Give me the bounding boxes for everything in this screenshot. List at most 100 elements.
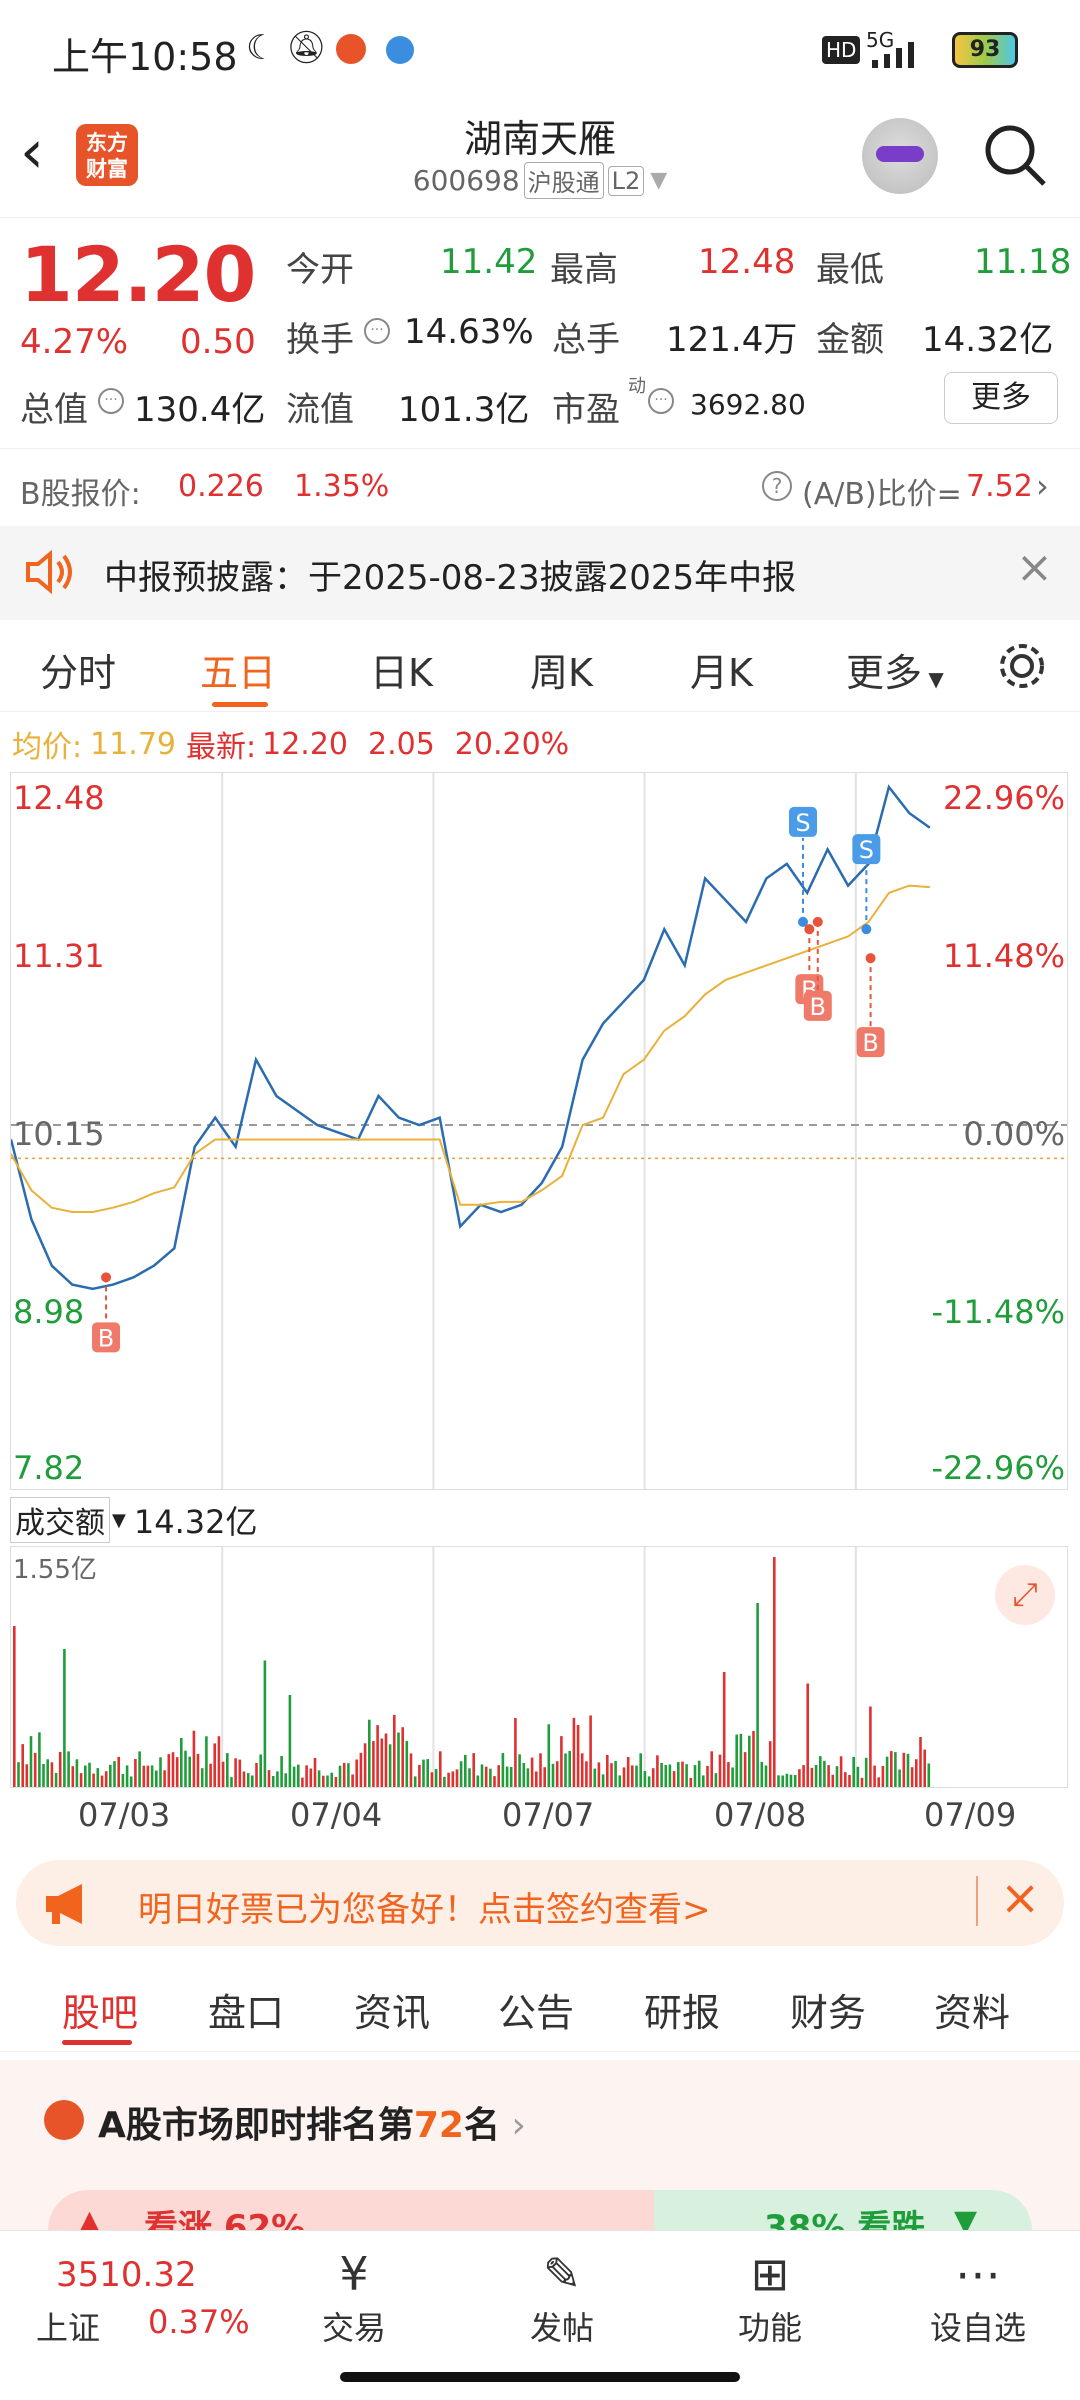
tab-finance[interactable]: 财务: [790, 1982, 866, 2037]
tab-guba[interactable]: 股吧: [62, 1982, 138, 2037]
tab-announcements[interactable]: 公告: [498, 1982, 574, 2037]
bottom-nav: 3510.32 上证 0.37% ¥ 交易 ✎ 发帖 ⊞ 功能 ⋯ 设自选: [0, 2230, 1080, 2360]
robot-assistant-icon[interactable]: [862, 118, 938, 194]
bullish-bar[interactable]: ▲ 看涨 62%: [48, 2190, 654, 2230]
tab-intraday[interactable]: 分时: [40, 642, 116, 697]
volume-bar: [217, 1736, 221, 1787]
volume-bar: [255, 1763, 258, 1787]
divider: [976, 1876, 978, 1926]
dropdown-icon: ▼: [922, 667, 944, 691]
price-point: [929, 827, 931, 829]
rank-section[interactable]: A股市场即时排名第72名 › ▲ 看涨 62% 38% 看跌 ▼: [0, 2060, 1080, 2230]
volume-bar: [376, 1725, 379, 1787]
battery-level: 93: [969, 37, 1001, 62]
ab-ratio-value: 7.52: [966, 469, 1033, 504]
tab-more[interactable]: 更多 ▼: [846, 642, 944, 697]
promo-text: 明日好票已为您备好！点击签约查看>: [138, 1890, 711, 1930]
volume-bar: [167, 1754, 171, 1787]
promo-banner[interactable]: 明日好票已为您备好！点击签约查看> ×: [16, 1860, 1064, 1946]
nav-functions[interactable]: ⊞ 功能: [700, 2245, 840, 2349]
price-point: [847, 885, 849, 887]
chevron-right-icon: ›: [1036, 467, 1049, 505]
more-button[interactable]: 更多: [944, 372, 1058, 424]
settings-gear-icon[interactable]: [996, 640, 1048, 696]
avg-price-point: [480, 1204, 482, 1206]
tab-weekly-k[interactable]: 周K: [530, 642, 593, 697]
volume-max-label: 1.55亿: [13, 1555, 97, 1585]
price-point: [500, 1211, 502, 1213]
volume-bar: [434, 1769, 438, 1787]
volume-bar: [722, 1672, 726, 1787]
volume-bar: [155, 1770, 158, 1787]
yen-circle-icon: ¥: [339, 2247, 369, 2301]
volume-bar: [42, 1764, 45, 1787]
tab-monthly-k[interactable]: 月K: [690, 642, 753, 697]
expand-icon[interactable]: ⤢: [995, 1565, 1055, 1625]
latest-value: 12.20: [262, 726, 348, 762]
volume-bar: [606, 1755, 609, 1787]
volume-bar: [246, 1773, 250, 1787]
price-chart[interactable]: BSBBSB 12.48 11.31 10.15 8.98 7.82 22.96…: [10, 772, 1068, 1490]
info-icon[interactable]: ···: [364, 318, 390, 344]
volume-bar: [347, 1763, 350, 1787]
price-point: [398, 1117, 400, 1119]
volume-bar: [109, 1764, 112, 1787]
marker-label: S: [859, 836, 874, 864]
volume-bar: [810, 1767, 814, 1787]
avg-price-point: [908, 885, 910, 887]
price-point: [235, 1146, 237, 1148]
status-bar: 上午10:58 ☾ 🔕︎ HD 5G 93: [0, 0, 1080, 100]
search-icon[interactable]: [982, 122, 1048, 192]
tab-news[interactable]: 资讯: [354, 1982, 430, 2037]
nav-watchlist[interactable]: ⋯ 设自选: [908, 2245, 1048, 2349]
app-notify-icon: [336, 34, 366, 64]
tab-daily-k[interactable]: 日K: [370, 642, 433, 697]
bearish-bar[interactable]: 38% 看跌 ▼: [654, 2190, 1032, 2230]
volume-bar: [342, 1762, 346, 1787]
volume-bar: [292, 1766, 296, 1787]
volume-value: 14.32亿: [133, 1503, 258, 1541]
avg-price-point: [582, 1124, 584, 1126]
volume-bar: [288, 1695, 292, 1787]
info-icon[interactable]: ···: [98, 388, 124, 414]
volume-bar: [555, 1761, 559, 1787]
y-tick-right: -22.96%: [931, 1449, 1065, 1487]
tab-profile[interactable]: 资料: [934, 1982, 1010, 2037]
stock-header: ‹ 东方财富 湖南天雁 600698 沪股通 L2 ▼: [0, 100, 1080, 218]
help-icon[interactable]: ?: [762, 471, 792, 501]
volume-bar: [493, 1776, 496, 1787]
volume-label[interactable]: 成交额: [10, 1497, 110, 1543]
volume-bar: [739, 1733, 743, 1787]
close-icon[interactable]: ×: [1016, 542, 1053, 593]
volume-bar: [67, 1751, 70, 1787]
tab-pankou[interactable]: 盘口: [208, 1982, 284, 2037]
index-value[interactable]: 3510.32: [56, 2255, 197, 2295]
volume-bar: [618, 1775, 622, 1787]
tab-five-day[interactable]: 五日: [200, 642, 276, 697]
nav-post[interactable]: ✎ 发帖: [492, 2245, 632, 2349]
nav-trade[interactable]: ¥ 交易: [284, 2245, 424, 2349]
low-value: 11.18: [974, 242, 1072, 282]
b-share-row[interactable]: B股报价: 0.226 1.35% ? (A/B)比价= 7.52 ›: [0, 448, 1080, 526]
down-arrow-icon: ▼: [954, 2204, 978, 2230]
price-point: [806, 892, 808, 894]
volume-bar: [330, 1772, 333, 1787]
info-icon[interactable]: ···: [648, 388, 674, 414]
volume-bar: [163, 1770, 166, 1787]
notice-bar[interactable]: 中报预披露：于2025-08-23披露2025年中报 ×: [0, 526, 1080, 620]
tab-research[interactable]: 研报: [644, 1982, 720, 2037]
volume-bar: [46, 1759, 49, 1787]
rank-title: A股市场即时排名第72名 ›: [98, 2105, 526, 2146]
close-icon[interactable]: ×: [1000, 1870, 1040, 1926]
volume-bar: [96, 1768, 100, 1787]
volume-bar: [480, 1764, 484, 1787]
volume-bar: [50, 1762, 54, 1787]
volume-bar: [539, 1753, 542, 1787]
volume-bar: [923, 1749, 926, 1787]
price-point: [786, 863, 788, 865]
volume-bar: [251, 1775, 254, 1787]
volume-bar: [522, 1763, 526, 1787]
pe-sup: 动: [628, 376, 646, 397]
volume-header[interactable]: 成交额 ▼ 14.32亿: [10, 1497, 258, 1543]
volume-bar: [100, 1775, 104, 1787]
